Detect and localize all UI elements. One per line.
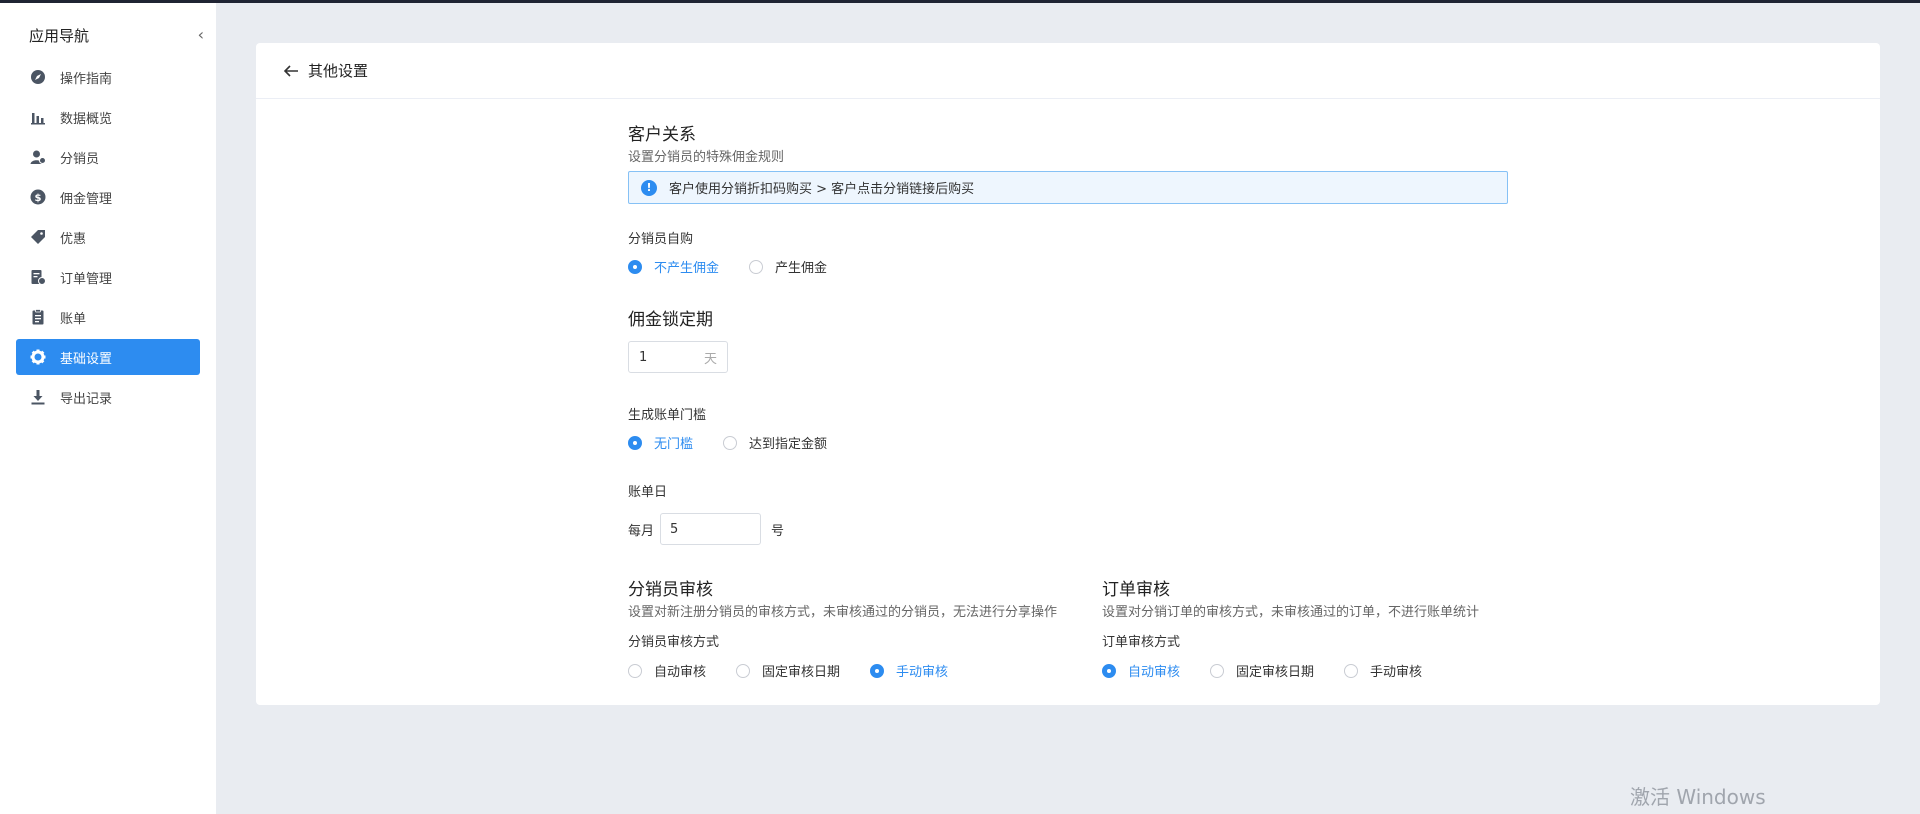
alert-text: 客户使用分销折扣码购买 > 客户点击分销链接后购买 (669, 182, 975, 197)
sidebar-header: 应用导航 ‹ (29, 23, 204, 47)
radio-dot (628, 259, 642, 274)
radio-label: 手动审核 (896, 665, 949, 680)
radio-dot (736, 663, 751, 678)
settings-card: 其他设置 客户关系 设置分销员的特殊佣金规则 ! 客户使用分销折扣码购买 > 客… (256, 43, 1880, 705)
radio-manual-review[interactable]: 手动审核 (870, 661, 948, 680)
sidebar-item-label: 账单 (60, 311, 87, 327)
radio-dot (1344, 663, 1359, 678)
radio-label: 产生佣金 (775, 261, 828, 276)
sidebar: 应用导航 ‹ 操作指南 数据概览 分销员 $ 佣金管理 优惠 订单管理 账单 基… (0, 3, 216, 814)
info-icon: ! (641, 179, 657, 196)
sidebar-item-commission[interactable]: $ 佣金管理 (16, 179, 200, 215)
sidebar-item-label: 优惠 (60, 231, 87, 247)
radio-commission[interactable]: 产生佣金 (749, 257, 827, 276)
tag-icon (30, 229, 46, 245)
lock-period-title: 佣金锁定期 (628, 310, 713, 330)
sidebar-item-guide[interactable]: 操作指南 (16, 59, 200, 95)
distributor-review-subtitle: 设置对新注册分销员的审核方式，未审核通过的分销员，无法进行分享操作 (628, 605, 1058, 620)
page-title: 其他设置 (308, 62, 369, 80)
bar-chart-icon (30, 109, 46, 125)
sidebar-item-discount[interactable]: 优惠 (16, 219, 200, 255)
radio-dot (1210, 663, 1225, 678)
lock-period-suffix: 天 (703, 351, 717, 367)
radio-dot (749, 259, 764, 274)
order-review-subtitle: 设置对分销订单的审核方式，未审核通过的订单，不进行账单统计 (1102, 605, 1480, 620)
radio-label: 手动审核 (1370, 665, 1423, 680)
radio-order-manual-review[interactable]: 手动审核 (1344, 661, 1422, 680)
priority-alert: ! 客户使用分销折扣码购买 > 客户点击分销链接后购买 (628, 171, 1508, 204)
sidebar-item-export[interactable]: 导出记录 (16, 379, 200, 415)
sidebar-item-label: 操作指南 (60, 71, 113, 87)
sidebar-item-basic-settings[interactable]: 基础设置 (16, 339, 200, 375)
self-purchase-label: 分销员自购 (628, 232, 694, 247)
radio-no-commission[interactable]: 不产生佣金 (628, 257, 719, 276)
order-icon (30, 269, 46, 285)
radio-dot (1102, 663, 1116, 678)
customer-relation-title: 客户关系 (628, 125, 696, 145)
sidebar-item-label: 订单管理 (60, 271, 113, 287)
sidebar-item-orders[interactable]: 订单管理 (16, 259, 200, 295)
radio-order-auto-review[interactable]: 自动审核 (1102, 661, 1180, 680)
lock-period-value: 1 (639, 349, 648, 365)
bill-day-value: 5 (670, 521, 679, 537)
bill-threshold-label: 生成账单门槛 (628, 408, 707, 423)
radio-no-threshold[interactable]: 无门槛 (628, 433, 693, 452)
radio-label: 达到指定金额 (749, 437, 828, 452)
distributor-review-radio-group: 自动审核 固定审核日期 手动审核 (628, 661, 948, 680)
top-bar (0, 0, 1920, 3)
user-icon (30, 149, 46, 165)
sidebar-item-label: 数据概览 (60, 111, 113, 127)
radio-order-fixed-date-review[interactable]: 固定审核日期 (1210, 661, 1314, 680)
order-review-label: 订单审核方式 (1102, 635, 1181, 650)
sidebar-item-label: 佣金管理 (60, 191, 113, 207)
radio-dot (870, 663, 885, 678)
radio-auto-review[interactable]: 自动审核 (628, 661, 706, 680)
bill-day-prefix: 每月 (628, 523, 655, 539)
download-icon (30, 389, 46, 405)
sidebar-item-bill[interactable]: 账单 (16, 299, 200, 335)
radio-specified-amount[interactable]: 达到指定金额 (723, 433, 827, 452)
svg-text:$: $ (35, 193, 42, 204)
order-review-title: 订单审核 (1102, 580, 1170, 600)
radio-fixed-date-review[interactable]: 固定审核日期 (736, 661, 840, 680)
radio-label: 固定审核日期 (762, 665, 841, 680)
bill-day-row: 每月 5 号 (628, 513, 784, 545)
sidebar-title: 应用导航 (29, 26, 90, 45)
bill-day-suffix: 号 (771, 523, 785, 539)
card-header: 其他设置 (256, 43, 1880, 99)
sidebar-item-label: 基础设置 (60, 351, 113, 367)
sidebar-item-label: 分销员 (60, 151, 100, 167)
bill-threshold-radio-group: 无门槛 达到指定金额 (628, 433, 827, 452)
bill-icon (30, 309, 46, 325)
sidebar-nav: 操作指南 数据概览 分销员 $ 佣金管理 优惠 订单管理 账单 基础设置 导出记… (16, 59, 200, 419)
dollar-icon: $ (30, 189, 46, 205)
radio-label: 无门槛 (654, 437, 694, 452)
customer-relation-subtitle: 设置分销员的特殊佣金规则 (628, 150, 785, 165)
sidebar-item-overview[interactable]: 数据概览 (16, 99, 200, 135)
radio-label: 自动审核 (654, 665, 707, 680)
bill-day-input[interactable]: 5 (660, 513, 762, 545)
radio-label: 不产生佣金 (654, 261, 720, 276)
lock-period-input[interactable]: 1 天 (628, 341, 728, 373)
self-purchase-radio-group: 不产生佣金 产生佣金 (628, 257, 827, 276)
sidebar-item-label: 导出记录 (60, 391, 113, 407)
compass-icon (30, 69, 46, 85)
radio-label: 自动审核 (1128, 665, 1181, 680)
order-review-radio-group: 自动审核 固定审核日期 手动审核 (1102, 661, 1422, 680)
radio-dot (628, 663, 642, 678)
radio-dot (628, 435, 642, 450)
chevron-left-icon[interactable]: ‹ (198, 27, 204, 43)
distributor-review-label: 分销员审核方式 (628, 635, 720, 650)
windows-activation-watermark: 激活 Windows (1630, 785, 1766, 809)
radio-label: 固定审核日期 (1236, 665, 1315, 680)
distributor-review-title: 分销员审核 (628, 580, 713, 600)
bill-day-label: 账单日 (628, 485, 668, 500)
radio-dot (723, 435, 738, 450)
gear-icon (30, 349, 46, 365)
sidebar-item-distributor[interactable]: 分销员 (16, 139, 200, 175)
arrow-left-icon[interactable] (282, 62, 300, 80)
